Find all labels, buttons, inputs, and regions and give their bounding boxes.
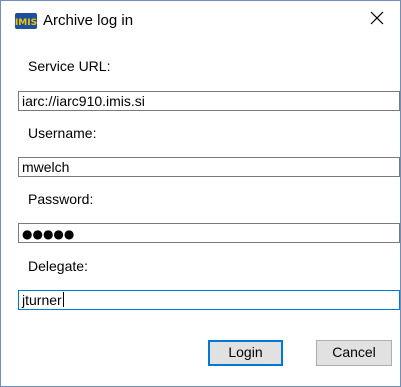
- window-title: Archive log in: [43, 12, 134, 29]
- username-label: Username:: [28, 125, 97, 141]
- close-icon: [370, 11, 384, 30]
- logo-text: IMIS: [15, 18, 37, 28]
- username-value: mwelch: [22, 159, 70, 175]
- delegate-field[interactable]: jturner: [18, 290, 400, 310]
- close-button[interactable]: [354, 1, 400, 39]
- password-field[interactable]: ●●●●●: [18, 223, 400, 243]
- delegate-label: Delegate:: [28, 258, 88, 274]
- username-field[interactable]: mwelch: [18, 157, 400, 177]
- password-label: Password:: [28, 191, 94, 207]
- service-url-value: iarc://iarc910.imis.si: [22, 93, 145, 109]
- text-caret: [62, 292, 64, 307]
- service-url-field[interactable]: iarc://iarc910.imis.si: [18, 91, 400, 111]
- password-masked-value: ●●●●●: [22, 227, 75, 241]
- delegate-value: jturner: [22, 292, 62, 308]
- archive-login-dialog: IMIS Archive log in Service URL: iarc://…: [0, 0, 401, 387]
- cancel-button[interactable]: Cancel: [316, 340, 392, 366]
- title-bar[interactable]: IMIS Archive log in: [1, 1, 400, 39]
- imis-logo-icon: IMIS: [15, 13, 37, 29]
- service-url-label: Service URL:: [28, 58, 111, 74]
- login-button[interactable]: Login: [208, 340, 283, 366]
